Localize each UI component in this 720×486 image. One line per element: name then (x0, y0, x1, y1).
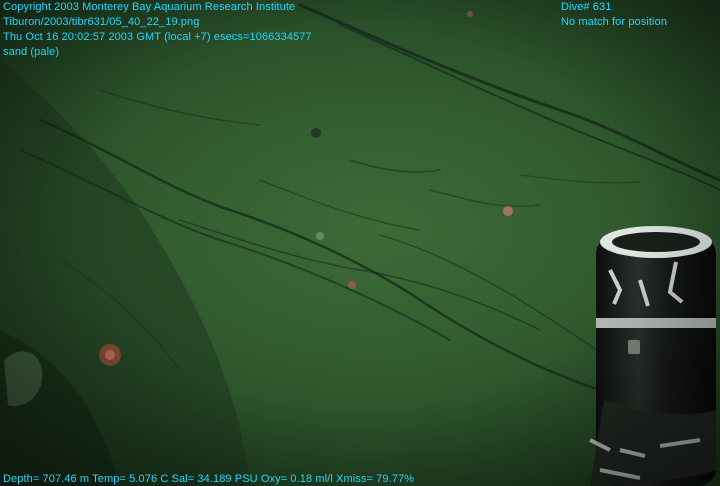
sensor-readout: Depth= 707.46 m Temp= 5.076 C Sal= 34.18… (3, 473, 415, 485)
seafloor-image: Copyright 2003 Monterey Bay Aquarium Res… (0, 0, 720, 486)
dive-info: Dive# 631 No match for position (561, 0, 667, 30)
copyright-text: Copyright 2003 Monterey Bay Aquarium Res… (3, 1, 296, 13)
dive-number: Dive# 631 (561, 1, 612, 13)
substrate-annotation: sand (pale) (3, 46, 60, 58)
timestamp-text: Thu Oct 16 20:02:57 2003 GMT (local +7) … (3, 31, 312, 43)
video-overlay-header: Copyright 2003 Monterey Bay Aquarium Res… (3, 0, 312, 60)
image-filename: Tiburon/2003/tibr631/05_40_22_19.png (3, 16, 200, 28)
seafloor-scene (0, 0, 720, 486)
position-status: No match for position (561, 16, 668, 28)
